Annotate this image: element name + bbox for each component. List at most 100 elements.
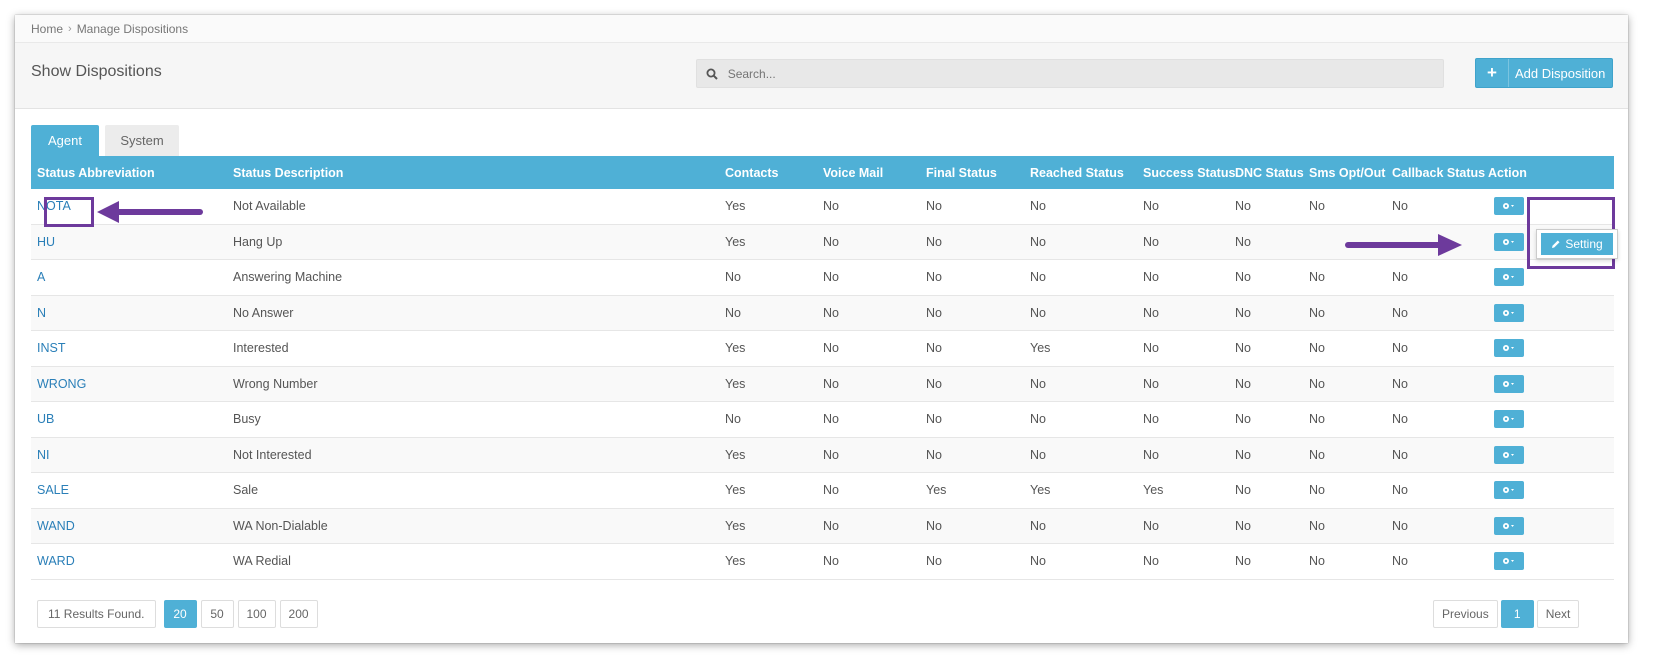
column-header: Callback Status — [1392, 165, 1486, 180]
table-cell: No — [1235, 447, 1251, 462]
plus-icon: + — [1476, 59, 1509, 87]
column-header: Final Status — [926, 165, 997, 180]
table-cell: No — [1143, 305, 1159, 320]
breadcrumb-home[interactable]: Home — [31, 22, 63, 36]
status-abbreviation-link[interactable]: UB — [37, 412, 54, 426]
next-page-button[interactable]: Next — [1536, 600, 1580, 628]
action-gear-button[interactable] — [1494, 481, 1524, 500]
table-cell: No — [1309, 199, 1325, 214]
table-cell: No — [1030, 199, 1046, 214]
status-abbreviation-link[interactable]: NI — [37, 448, 50, 462]
status-abbreviation-link[interactable]: A — [37, 270, 45, 284]
table-cell: No — [1309, 305, 1325, 320]
status-abbreviation-link[interactable]: INST — [37, 341, 65, 355]
breadcrumb-current: Manage Dispositions — [76, 21, 189, 36]
annotation-arrow-right — [1345, 234, 1462, 256]
gear-icon — [1501, 201, 1517, 211]
table-cell: No — [1030, 447, 1046, 462]
action-gear-button[interactable] — [1494, 197, 1524, 216]
table-footer: 11 Results Found. 20 50 100 200 — [37, 600, 322, 628]
table-cell: No — [926, 199, 942, 214]
table-cell: No — [1030, 412, 1046, 427]
table-cell: No — [1235, 341, 1251, 356]
previous-page-button[interactable]: Previous — [1433, 600, 1498, 628]
action-gear-button[interactable] — [1494, 445, 1524, 464]
column-header: Contacts — [725, 165, 779, 180]
search-icon — [697, 68, 728, 80]
table-cell: No — [1235, 199, 1251, 214]
column-header: DNC Status — [1235, 165, 1304, 180]
page-size-option[interactable]: 200 — [279, 600, 318, 628]
table-cell: No — [1392, 305, 1408, 320]
table-cell: No — [1235, 376, 1251, 391]
status-abbreviation-link[interactable]: WAND — [37, 519, 75, 533]
action-gear-button[interactable] — [1494, 268, 1524, 287]
table-cell: Yes — [725, 376, 746, 391]
table-cell: Yes — [725, 447, 746, 462]
table-cell: No — [1392, 341, 1408, 356]
action-gear-button[interactable] — [1494, 374, 1524, 393]
gear-icon — [1501, 450, 1517, 460]
page-size-option[interactable]: 20 — [163, 600, 197, 628]
action-gear-button[interactable] — [1494, 303, 1524, 322]
search-input[interactable] — [727, 66, 1443, 81]
table-cell: No — [725, 305, 741, 320]
gear-icon — [1501, 521, 1517, 531]
table-cell: No — [1392, 483, 1408, 498]
table-cell: Answering Machine — [233, 270, 343, 285]
gear-icon — [1501, 343, 1517, 353]
table-cell: Yes — [1143, 483, 1164, 498]
action-gear-button[interactable] — [1494, 232, 1524, 251]
status-abbreviation-link[interactable]: SALE — [37, 483, 69, 497]
table-cell: No — [823, 447, 839, 462]
table-cell: No — [823, 234, 839, 249]
current-page-button[interactable]: 1 — [1500, 600, 1534, 628]
setting-menu-item[interactable]: Setting — [1541, 233, 1613, 255]
annotation-arrow-left — [97, 201, 203, 223]
page-size-option[interactable]: 100 — [237, 600, 276, 628]
action-gear-button[interactable] — [1494, 339, 1524, 358]
table-cell: No — [823, 483, 839, 498]
table-cell: No — [1309, 554, 1325, 569]
table-cell: Yes — [1030, 341, 1051, 356]
table-cell: Hang Up — [233, 234, 283, 249]
gear-icon — [1501, 485, 1517, 495]
tab-system[interactable]: System — [105, 125, 179, 156]
table-row: NOTA Not Available Yes No No No No No No No — [31, 189, 1614, 225]
table-cell: No — [1143, 518, 1159, 533]
table-row: UB Busy No No No No No No No No — [31, 402, 1614, 438]
page-size-option[interactable]: 50 — [200, 600, 234, 628]
table-cell: No Answer — [233, 305, 294, 320]
table-cell: No — [1235, 234, 1251, 249]
table-cell: No — [823, 341, 839, 356]
action-gear-button[interactable] — [1494, 410, 1524, 429]
tab-agent[interactable]: Agent — [31, 125, 99, 156]
add-disposition-button[interactable]: + Add Disposition — [1475, 58, 1613, 88]
pencil-icon — [1551, 239, 1561, 249]
search-box[interactable] — [696, 59, 1444, 88]
action-gear-button[interactable] — [1494, 516, 1524, 535]
action-gear-button[interactable] — [1494, 552, 1524, 571]
status-abbreviation-link[interactable]: WRONG — [37, 377, 86, 391]
table-row: WAND WA Non-Dialable Yes No No No No No No No — [31, 508, 1614, 544]
table-cell: No — [1392, 447, 1408, 462]
table-cell: No — [823, 554, 839, 569]
table-cell: No — [1143, 412, 1159, 427]
gear-icon — [1501, 414, 1517, 424]
table-cell: No — [926, 518, 942, 533]
gear-icon — [1501, 308, 1517, 318]
status-abbreviation-link[interactable]: WARD — [37, 554, 75, 568]
table-cell: No — [823, 412, 839, 427]
status-abbreviation-link[interactable]: HU — [37, 235, 55, 249]
table-cell: Yes — [725, 199, 746, 214]
status-abbreviation-link[interactable]: N — [37, 306, 46, 320]
table-cell: No — [823, 270, 839, 285]
table-cell: No — [1143, 234, 1159, 249]
gear-icon — [1501, 379, 1517, 389]
table-cell: No — [1392, 270, 1408, 285]
page-header: Show Dispositions + Add Disposition — [15, 43, 1628, 109]
table-cell: No — [823, 376, 839, 391]
table-cell: No — [1235, 554, 1251, 569]
table-cell: No — [823, 199, 839, 214]
table-cell: No — [1309, 376, 1325, 391]
